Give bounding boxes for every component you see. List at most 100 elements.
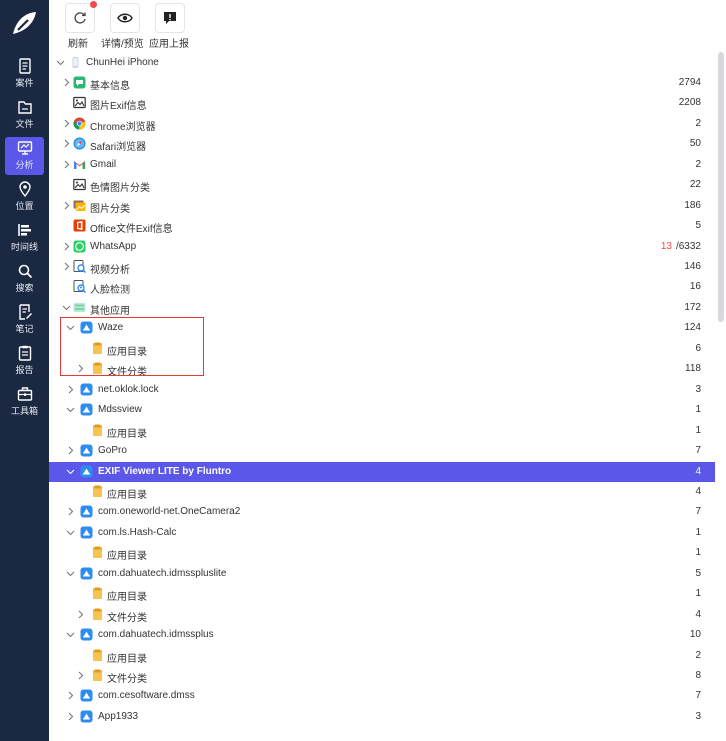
folder-icon (93, 587, 102, 600)
tree-row-label: Safari浏览器 (90, 142, 147, 154)
chevron-right-icon[interactable] (62, 119, 71, 128)
chevron-down-icon[interactable] (66, 405, 75, 414)
chevron-right-icon[interactable] (66, 691, 75, 700)
chevron-down-icon[interactable] (56, 58, 65, 67)
sidebar-item-analysis[interactable]: 分析 (5, 137, 44, 175)
face-detection-icon (73, 280, 86, 294)
sidebar-item-label: 报告 (15, 365, 34, 375)
chevron-down-icon[interactable] (66, 323, 75, 332)
tree-scrollbar[interactable] (717, 52, 726, 741)
tree-row[interactable]: 色情图片分类 22 (49, 175, 715, 195)
chevron-down-icon[interactable] (62, 303, 71, 312)
tree-row[interactable]: ChunHei iPhone (49, 53, 715, 73)
folder-icon (93, 362, 102, 375)
tree-row[interactable]: WhatsApp 13/6332 (49, 237, 715, 257)
tree-row[interactable]: Mdssview 1 (49, 400, 715, 420)
sidebar-item-label: 案件 (15, 78, 34, 88)
chevron-right-icon[interactable] (66, 446, 75, 455)
chevron-down-icon[interactable] (66, 569, 75, 578)
tree-row[interactable]: 应用目录 1 (49, 584, 715, 604)
chevron-right-icon[interactable] (62, 201, 71, 210)
details-preview-button[interactable] (110, 3, 140, 33)
chevron-down-icon[interactable] (66, 528, 75, 537)
tree-row[interactable]: App1933 3 (49, 707, 715, 727)
tree-row[interactable]: 图片Exif信息 2208 (49, 93, 715, 113)
sidebar-item-note[interactable]: 笔记 (5, 301, 44, 339)
chevron-right-icon[interactable] (66, 712, 75, 721)
device-icon (72, 56, 79, 68)
tree-row[interactable]: 视频分析 146 (49, 257, 715, 277)
tree-row[interactable]: 其他应用 172 (49, 298, 715, 318)
app-icon (80, 526, 93, 539)
chevron-right-icon[interactable] (76, 610, 85, 619)
total-count: 16 (689, 281, 701, 293)
sidebar-item-location[interactable]: 位置 (5, 178, 44, 216)
chevron-right-icon[interactable] (62, 242, 71, 251)
chevron-right-icon[interactable] (62, 139, 71, 148)
sidebar-item-file[interactable]: 文件 (5, 96, 44, 134)
tree-row-count: 1 (695, 425, 701, 436)
tree-row[interactable]: Chrome浏览器 2 (49, 114, 715, 134)
chevron-right-icon[interactable] (62, 160, 71, 169)
app-icon (80, 321, 93, 334)
tree-row[interactable]: com.cesoftware.dmss 7 (49, 686, 715, 706)
chevron-right-icon[interactable] (76, 364, 85, 373)
tree-row[interactable]: com.dahuatech.idmssplus 10 (49, 625, 715, 645)
tree-row[interactable]: 应用目录 4 (49, 482, 715, 502)
tree-row[interactable]: 基本信息 2794 (49, 73, 715, 93)
tree-row[interactable]: Safari浏览器 50 (49, 134, 715, 154)
tree-row[interactable]: com.oneworld-net.OneCamera2 7 (49, 502, 715, 522)
location-icon (18, 181, 31, 197)
tree-row[interactable]: Office文件Exif信息 5 (49, 216, 715, 236)
chevron-down-icon[interactable] (66, 630, 75, 639)
scroll-thumb[interactable] (718, 52, 724, 322)
tree-row-label: com.dahuatech.idmssplus (98, 629, 214, 641)
tree-row-label: 色情图片分类 (90, 183, 150, 195)
tree-row[interactable]: 文件分类 118 (49, 359, 715, 379)
chevron-right-icon[interactable] (66, 385, 75, 394)
tree-row[interactable]: 应用目录 6 (49, 339, 715, 359)
tree-row[interactable]: 文件分类 4 (49, 605, 715, 625)
refresh-button[interactable] (65, 1, 97, 33)
total-count: 118 (685, 363, 701, 375)
chevron-down-icon[interactable] (66, 467, 75, 476)
tree-row[interactable]: 应用目录 2 (49, 646, 715, 666)
tree-row[interactable]: Waze 124 (49, 318, 715, 338)
tree-row[interactable]: com.dahuatech.idmsspluslite 5 (49, 564, 715, 584)
tree-row[interactable]: 文件分类 8 (49, 666, 715, 686)
tree-row-label: 文件分类 (107, 674, 147, 685)
sidebar-item-label: 位置 (15, 201, 34, 211)
sidebar-item-report[interactable]: 报告 (5, 342, 44, 380)
tree-row[interactable]: EXIF Viewer LITE by Fluntro 4 (49, 461, 715, 482)
sidebar-item-search[interactable]: 搜索 (5, 260, 44, 298)
sidebar-item-timeline[interactable]: 时间线 (5, 219, 44, 257)
sidebar-item-label: 分析 (15, 160, 34, 170)
total-count: 8 (695, 670, 701, 681)
chevron-right-icon[interactable] (62, 262, 71, 271)
tree-row[interactable]: net.oklok.lock 3 (49, 380, 715, 400)
tree-row[interactable]: 应用目录 1 (49, 421, 715, 441)
tree-row-count: 1 (695, 547, 701, 558)
chevron-right-icon[interactable] (62, 78, 71, 87)
tree-row-label: EXIF Viewer LITE by Fluntro (98, 465, 232, 477)
tree-row[interactable]: 图片分类 186 (49, 196, 715, 216)
tree-row[interactable]: Gmail 2 (49, 155, 715, 175)
total-count: 1 (695, 547, 701, 559)
chevron-right-icon[interactable] (76, 671, 85, 680)
app-report-button[interactable] (155, 3, 185, 33)
total-count: 10 (689, 629, 701, 641)
chevron-right-icon[interactable] (66, 507, 75, 516)
folder-icon (93, 485, 102, 497)
tree-row[interactable]: com.ls.Hash-Calc 1 (49, 523, 715, 543)
photo-category-icon (73, 200, 86, 211)
report-icon (18, 345, 31, 361)
tree-row[interactable]: 人脸检测 16 (49, 277, 715, 297)
tree-row-count: 4 (695, 609, 701, 620)
tree-row-count: 2794 (679, 77, 701, 88)
app-logo (13, 12, 36, 34)
sidebar-item-case[interactable]: 案件 (5, 55, 44, 93)
tree-row[interactable]: 应用目录 1 (49, 543, 715, 563)
sidebar-item-toolbox[interactable]: 工具箱 (5, 383, 44, 421)
tree-row[interactable]: GoPro 7 (49, 441, 715, 461)
tree-row-label: 应用目录 (107, 551, 147, 563)
